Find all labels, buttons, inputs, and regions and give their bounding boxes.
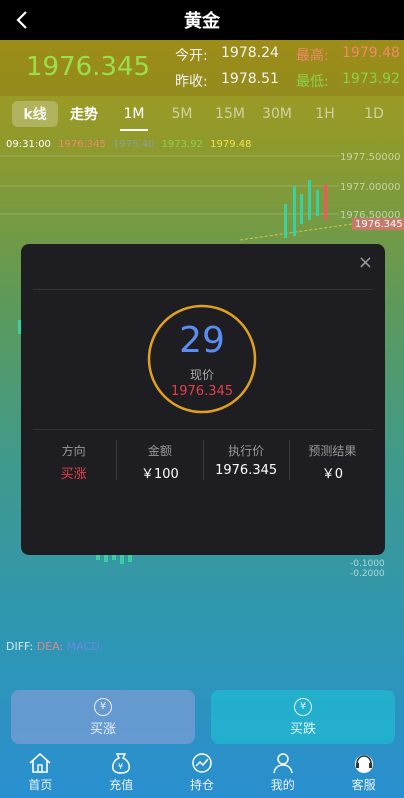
detail-label: 预测结果	[308, 444, 357, 458]
detail-value: 1976.345	[215, 463, 278, 478]
current-price-value: 1976.345	[170, 384, 234, 399]
order-details: 方向 买涨 金额 ￥100 执行价 1976.345 预测结果 ￥0	[31, 440, 375, 482]
current-price-label: 现价	[189, 368, 214, 382]
detail-direction: 方向 买涨	[31, 440, 118, 482]
detail-label: 方向	[61, 444, 86, 458]
detail-prediction: 预测结果 ￥0	[290, 440, 375, 482]
close-button[interactable]: ×	[358, 252, 373, 273]
detail-amount: 金额 ￥100	[117, 440, 204, 482]
detail-strike-price: 执行价 1976.345	[204, 440, 290, 480]
detail-label: 执行价	[228, 444, 265, 458]
divider	[33, 289, 373, 290]
detail-value: ￥100	[140, 467, 179, 482]
countdown-value: 29	[179, 320, 225, 361]
order-result-modal: × 29 现价 1976.345 方向 买涨 金额 ￥100 执行价 1976.…	[21, 244, 385, 555]
divider	[33, 429, 373, 430]
detail-value: 买涨	[60, 467, 87, 482]
detail-value: ￥0	[321, 467, 344, 482]
detail-label: 金额	[147, 444, 172, 458]
